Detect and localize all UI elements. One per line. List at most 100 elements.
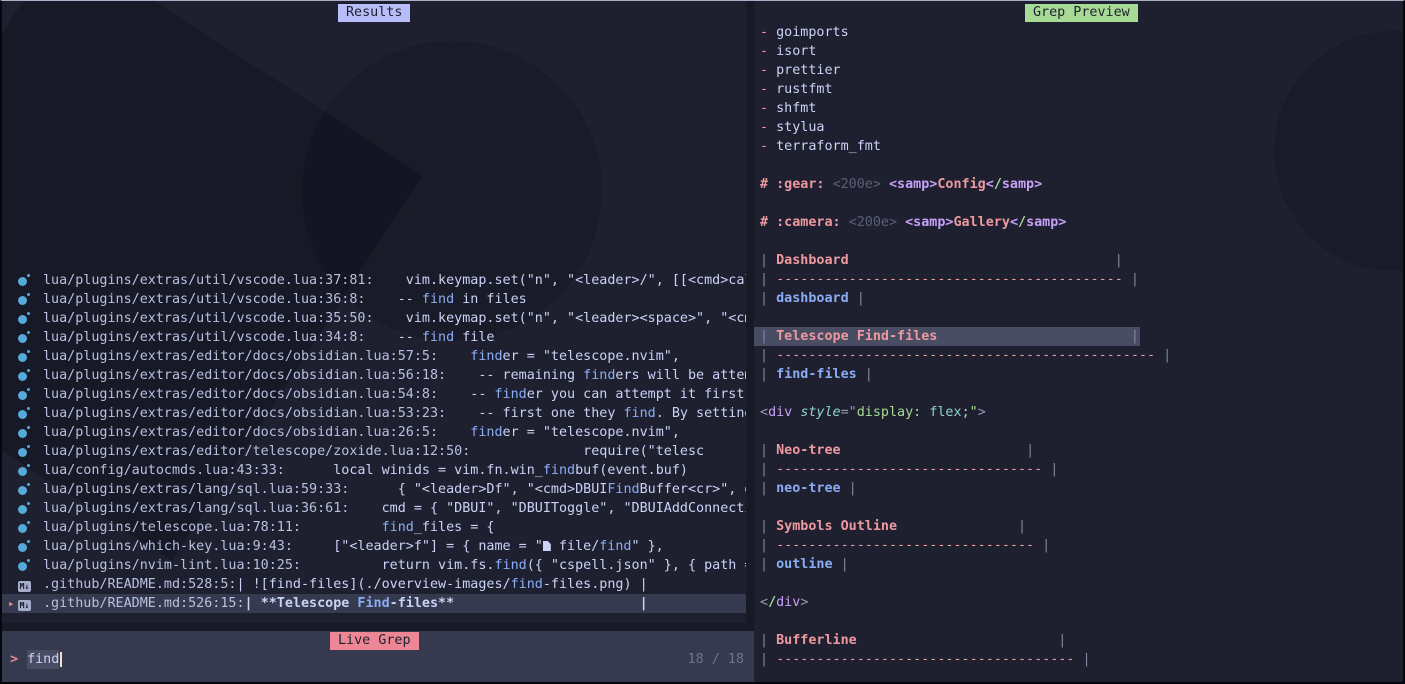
result-row[interactable]: lua/plugins/extras/util/vscode.lua:34:8:…: [2, 328, 746, 347]
preview-line: [754, 422, 1405, 441]
result-line-text: -files** |: [390, 596, 648, 611]
result-line-text: er = "telescope.nvim",: [503, 425, 680, 440]
result-path: lua/plugins/extras/util/vscode.lua:35:50…: [43, 311, 374, 326]
match-highlight: find: [494, 558, 526, 573]
result-row[interactable]: M↓.github/README.md:528:5:| ![find-files…: [2, 575, 746, 594]
result-row[interactable]: lua/plugins/extras/editor/telescope/zoxi…: [2, 442, 746, 461]
match-highlight: find: [543, 463, 575, 478]
result-path: lua/plugins/extras/editor/docs/obsidian.…: [43, 406, 446, 421]
preview-segment: Gallery: [954, 215, 1010, 230]
preview-line: </div>: [754, 593, 1405, 612]
preview-segment: |: [760, 291, 776, 306]
result-text: .github/README.md:528:5:| ![find-files](…: [43, 575, 746, 594]
result-line-text: | ![find-files](./overview-images/: [236, 577, 510, 592]
result-line-text: --: [365, 330, 421, 345]
match-highlight: find: [494, 387, 526, 402]
preview-segment: <: [1010, 215, 1018, 230]
result-row[interactable]: lua/plugins/extras/lang/sql.lua:36:61: c…: [2, 499, 746, 518]
result-line-text: er you can attempt it first.: [527, 387, 746, 402]
lua-icon: [18, 385, 31, 404]
result-text: .github/README.md:526:15:| **Telescope F…: [43, 594, 746, 613]
result-row[interactable]: lua/plugins/extras/util/vscode.lua:35:50…: [2, 309, 746, 328]
result-row[interactable]: lua/plugins/extras/editor/docs/obsidian.…: [2, 404, 746, 423]
result-text: lua/plugins/extras/util/vscode.lua:37:81…: [43, 271, 746, 290]
preview-line: - shfmt: [754, 99, 1405, 118]
result-row[interactable]: lua/plugins/which-key.lua:9:43: ["<leade…: [2, 537, 746, 556]
result-line-text: " },: [631, 539, 663, 554]
preview-segment: -: [760, 44, 776, 59]
result-row[interactable]: lua/plugins/extras/editor/docs/obsidian.…: [2, 347, 746, 366]
result-row[interactable]: lua/plugins/extras/util/vscode.lua:37:81…: [2, 271, 746, 290]
result-row[interactable]: lua/plugins/extras/lang/sql.lua:59:33: {…: [2, 480, 746, 499]
preview-segment: |: [1042, 462, 1058, 477]
result-line-text: ers will be attem: [615, 368, 746, 383]
result-line-text: er = "telescope.nvim",: [503, 349, 680, 364]
result-line-text: --: [365, 292, 421, 307]
result-path: lua/plugins/extras/editor/docs/obsidian.…: [43, 425, 438, 440]
match-highlight: Find: [607, 482, 639, 497]
result-row[interactable]: ▸M↓.github/README.md:526:15:| **Telescop…: [2, 594, 746, 613]
match-highlight: find: [599, 539, 631, 554]
preview-segment: <: [760, 405, 768, 420]
preview-line: - terraform_fmt: [754, 137, 1405, 156]
preview-segment: isort: [776, 44, 816, 59]
preview-segment: samp>: [1002, 177, 1042, 192]
preview-segment: shfmt: [776, 101, 816, 116]
preview-line: - goimports: [754, 23, 1405, 42]
result-path: lua/plugins/nvim-lint.lua:10:25:: [43, 558, 301, 573]
preview-line: | --------------------------------------…: [754, 346, 1405, 365]
preview-segment: /: [1018, 215, 1026, 230]
preview-segment: :camera:: [776, 215, 841, 230]
result-row[interactable]: lua/plugins/extras/editor/docs/obsidian.…: [2, 385, 746, 404]
preview-segment: |: [1018, 519, 1026, 534]
preview-line: # :gear: <200e> <samp>Config</samp>: [754, 175, 1405, 194]
file-icon: [543, 541, 551, 551]
result-path: lua/plugins/extras/editor/docs/obsidian.…: [43, 349, 438, 364]
result-line-text: local winids = vim.fn.win_: [285, 463, 543, 478]
preview-segment: -: [760, 139, 776, 154]
result-row[interactable]: lua/plugins/telescope.lua:78:11: find_fi…: [2, 518, 746, 537]
lua-icon: [18, 309, 31, 328]
preview-segment: |: [1034, 538, 1050, 553]
result-row[interactable]: lua/plugins/extras/editor/docs/obsidian.…: [2, 423, 746, 442]
preview-segment: ;": [962, 405, 978, 420]
result-text: lua/plugins/extras/editor/docs/obsidian.…: [43, 385, 746, 404]
preview-segment: |: [760, 329, 776, 344]
result-row[interactable]: lua/plugins/extras/editor/docs/obsidian.…: [2, 366, 746, 385]
preview-segment: [825, 177, 833, 192]
preview-segment: |: [760, 519, 776, 534]
preview-segment: div: [776, 595, 800, 610]
result-line-text: [438, 349, 470, 364]
result-text: lua/plugins/extras/editor/telescope/zoxi…: [43, 442, 746, 461]
match-highlight: find: [422, 292, 454, 307]
live-grep-prompt-panel: Live Grep > find 18 / 18: [2, 631, 754, 682]
result-path: lua/plugins/telescope.lua:78:11:: [43, 520, 301, 535]
preview-line: # :camera: <200e> <samp>Gallery</samp>: [754, 213, 1405, 232]
preview-segment: |: [1155, 348, 1171, 363]
preview-segment: >: [978, 405, 986, 420]
lua-icon: [18, 518, 31, 537]
result-path: lua/plugins/extras/util/vscode.lua:36:8:: [43, 292, 365, 307]
result-line-text: Buffer<cr>", d: [640, 482, 746, 497]
result-row[interactable]: lua/config/autocmds.lua:43:33: local win…: [2, 461, 746, 480]
result-path: lua/plugins/extras/editor/docs/obsidian.…: [43, 387, 438, 402]
preview-segment: |: [1131, 329, 1139, 344]
search-input[interactable]: > find 18 / 18: [10, 650, 744, 669]
result-line-text: return vim.fs.: [301, 558, 494, 573]
result-row[interactable]: lua/plugins/extras/util/vscode.lua:36:8:…: [2, 290, 746, 309]
preview-line-highlighted: | Telescope Find-files |: [754, 327, 1140, 346]
result-line-text: ({ "cspell.json" }, { path =: [527, 558, 746, 573]
match-highlight: find: [511, 577, 543, 592]
preview-segment: Bufferline: [776, 633, 857, 648]
preview-segment: |: [849, 291, 865, 306]
result-row[interactable]: lua/plugins/nvim-lint.lua:10:25: return …: [2, 556, 746, 575]
result-line-text: -- remaining: [446, 368, 583, 383]
preview-segment: terraform_fmt: [776, 139, 881, 154]
result-text: lua/config/autocmds.lua:43:33: local win…: [43, 461, 746, 480]
result-text: lua/plugins/which-key.lua:9:43: ["<leade…: [43, 537, 746, 556]
preview-segment: |: [760, 272, 776, 287]
match-highlight: find: [422, 330, 454, 345]
result-line-text: ["<leader>f"] = { name = ": [293, 539, 543, 554]
preview-line: | dashboard |: [754, 289, 1405, 308]
match-highlight: find: [470, 425, 502, 440]
